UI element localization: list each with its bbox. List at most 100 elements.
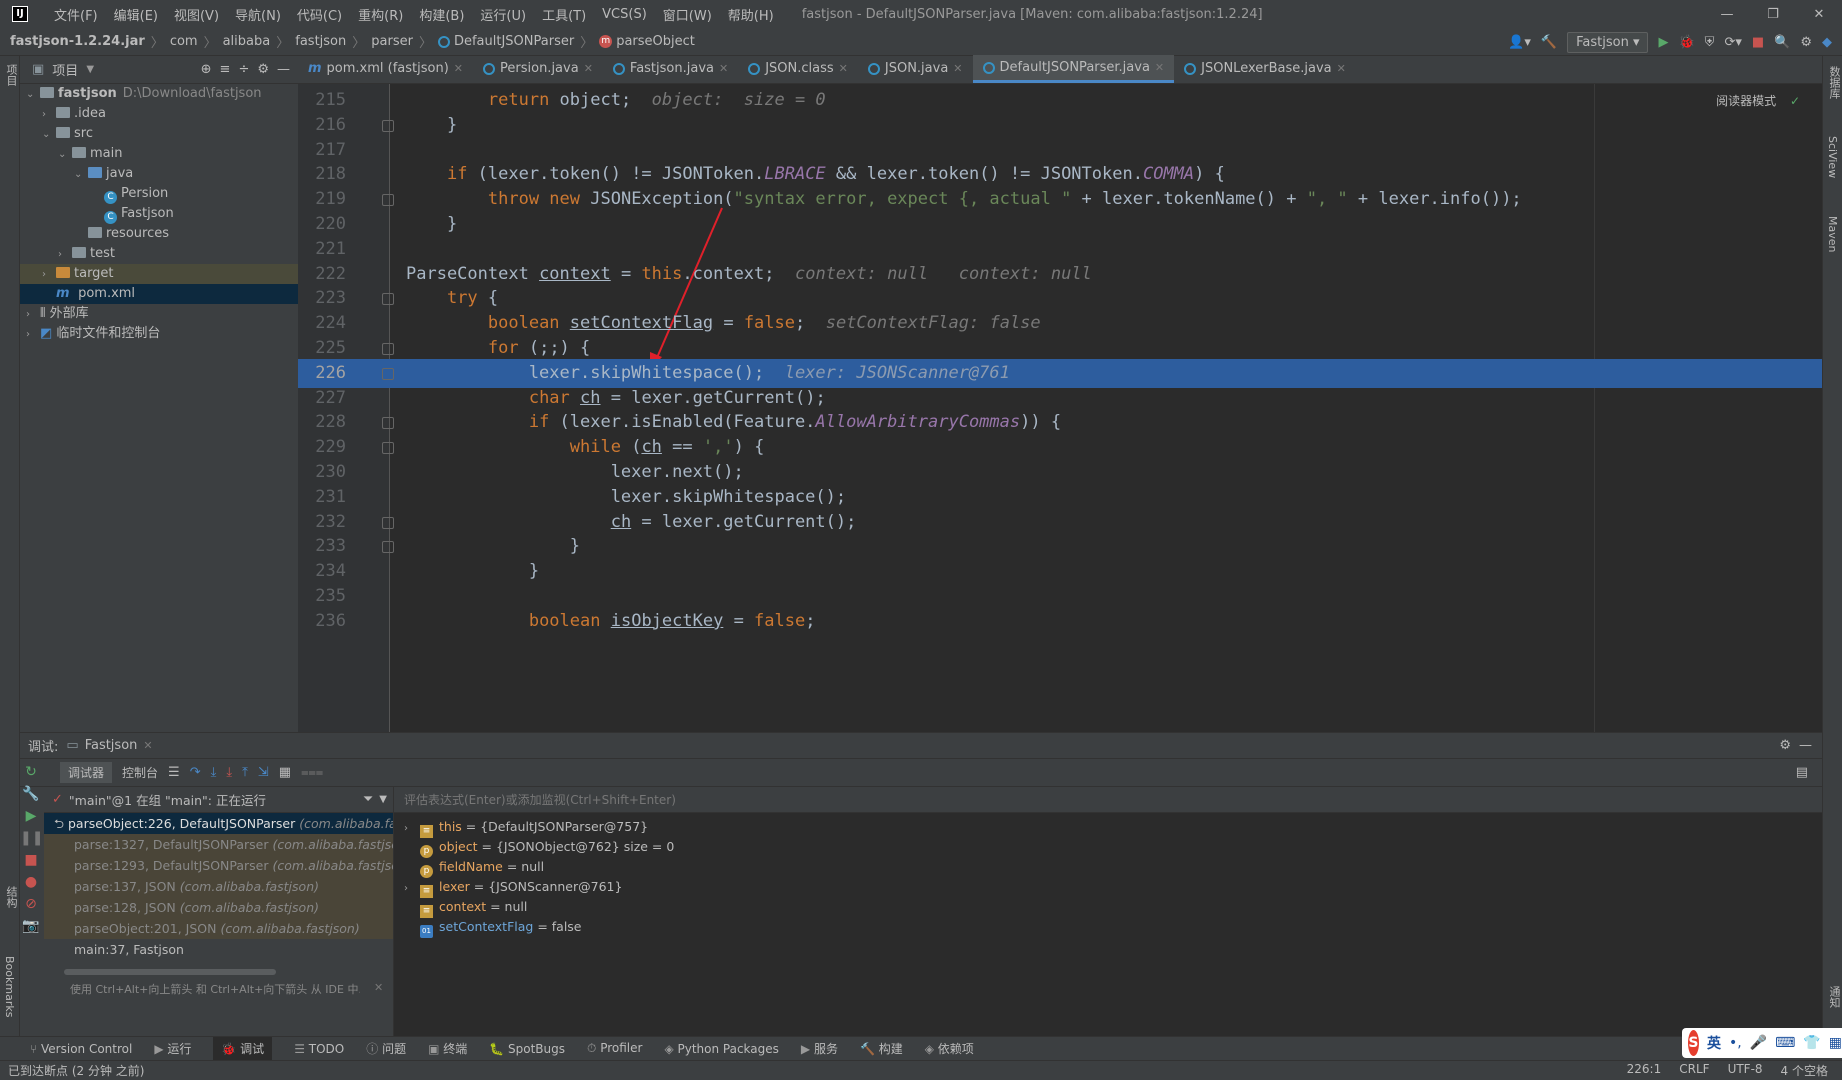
chevron-down-icon[interactable]: ⌄ bbox=[26, 85, 40, 105]
editor-tab[interactable]: m pom.xml (fastjson) ✕ bbox=[298, 55, 473, 83]
tree-node[interactable]: › .idea bbox=[20, 104, 298, 124]
debug-session-tab[interactable]: ▭ Fastjson ✕ bbox=[66, 738, 152, 753]
stack-frame[interactable]: parse:128, JSON (com.alibaba.fastjson) bbox=[44, 897, 393, 918]
menu-help[interactable]: 帮助(H) bbox=[720, 5, 782, 24]
ime-lang[interactable]: 英 bbox=[1707, 1033, 1721, 1053]
tree-node[interactable]: ⌄ java bbox=[20, 164, 298, 184]
tool-window-button[interactable]: ⑂ Version Control bbox=[30, 1042, 132, 1056]
hide-icon[interactable]: — bbox=[277, 62, 290, 77]
variable-row[interactable]: › ≡ this = {DefaultJSONParser@757} bbox=[394, 817, 1822, 839]
tree-node[interactable]: ⌄ main bbox=[20, 144, 298, 164]
menu-view[interactable]: 视图(V) bbox=[166, 5, 227, 24]
tree-node[interactable]: › target bbox=[20, 264, 298, 284]
line-separator[interactable]: CRLF bbox=[1679, 1062, 1709, 1079]
status-message[interactable]: 已到达断点 (2 分钟 之前) bbox=[8, 1062, 144, 1079]
modify-config-icon[interactable]: 🔧 bbox=[20, 783, 42, 805]
tree-node[interactable]: › test bbox=[20, 244, 298, 264]
chevron-right-icon[interactable]: › bbox=[42, 265, 56, 285]
line-number[interactable]: 236 bbox=[298, 607, 346, 636]
stack-frame[interactable]: ⮌ parseObject:226, DefaultJSONParser (com… bbox=[44, 813, 393, 834]
run-icon[interactable]: ▶ bbox=[1658, 35, 1668, 50]
strip-project[interactable]: 项目 bbox=[3, 64, 19, 86]
search-icon[interactable]: 🔍 bbox=[1774, 35, 1790, 50]
menu-window[interactable]: 窗口(W) bbox=[655, 5, 720, 24]
stack-frame[interactable]: parse:1327, DefaultJSONParser (com.alibab… bbox=[44, 834, 393, 855]
menu-run[interactable]: 运行(U) bbox=[472, 5, 534, 24]
breadcrumb-parser[interactable]: parser bbox=[371, 34, 419, 49]
evaluate-input[interactable]: 评估表达式(Enter)或添加监视(Ctrl+Shift+Enter) bbox=[394, 787, 1822, 813]
fold-marker-icon[interactable] bbox=[382, 541, 394, 554]
tool-window-button[interactable]: ▶ 服务 bbox=[801, 1040, 838, 1057]
editor-tab[interactable]: Fastjson.java ✕ bbox=[603, 55, 738, 83]
plugins-icon[interactable]: ◆ bbox=[1822, 35, 1832, 50]
chevron-down-icon[interactable]: ⌄ bbox=[58, 145, 72, 165]
variable-row[interactable]: ≡ context = null bbox=[394, 897, 1822, 918]
stack-frame[interactable]: main:37, Fastjson bbox=[44, 939, 393, 960]
close-icon[interactable]: ✕ bbox=[1796, 7, 1842, 22]
trace-icon[interactable]: ⩶ bbox=[301, 765, 323, 780]
strip-database[interactable]: 数据库 bbox=[1826, 66, 1842, 99]
strip-notifications[interactable]: 通知 bbox=[1826, 986, 1842, 1008]
chevron-down-icon[interactable]: ⌄ bbox=[42, 125, 56, 145]
breadcrumb-fastjson[interactable]: fastjson bbox=[295, 34, 352, 49]
tab-close-icon[interactable]: ✕ bbox=[953, 55, 962, 83]
fold-marker-icon[interactable] bbox=[382, 119, 394, 132]
chevron-right-icon[interactable]: › bbox=[26, 325, 40, 345]
editor-tab[interactable]: JSONLexerBase.java ✕ bbox=[1174, 55, 1356, 83]
chevron-right-icon[interactable]: › bbox=[58, 245, 72, 265]
tree-node[interactable]: C Fastjson bbox=[20, 204, 298, 224]
tool-window-button[interactable]: ▶ 运行 bbox=[154, 1040, 191, 1057]
ime-toolbar[interactable]: S 英 •, 🎤 ⌨ 👕 ▦ bbox=[1682, 1028, 1842, 1058]
project-header[interactable]: 项目 bbox=[52, 60, 78, 79]
chevron-down-icon[interactable]: ▼ bbox=[86, 64, 94, 75]
breadcrumb-com[interactable]: com bbox=[170, 34, 204, 49]
profile-icon[interactable]: ⟳▾ bbox=[1724, 35, 1741, 50]
tree-node[interactable]: m pom.xml bbox=[20, 284, 298, 304]
stop-debug-icon[interactable]: ■ bbox=[20, 849, 42, 871]
tool-window-button[interactable]: ⏱ Profiler bbox=[587, 1041, 642, 1056]
tool-window-button[interactable]: ⓘ 问题 bbox=[366, 1040, 406, 1057]
editor-tab[interactable]: JSON.class ✕ bbox=[738, 55, 858, 83]
close-session-icon[interactable]: ✕ bbox=[143, 739, 152, 752]
layout-icon[interactable]: ☰ bbox=[168, 765, 180, 780]
editor-tab[interactable]: Persion.java ✕ bbox=[473, 55, 603, 83]
chevron-right-icon[interactable]: › bbox=[404, 819, 420, 839]
tool-window-button[interactable]: ◈ Python Packages bbox=[664, 1042, 778, 1056]
thread-selector[interactable]: "main"@1 在组 "main": 正在运行 bbox=[69, 790, 266, 809]
breadcrumb-alibaba[interactable]: alibaba bbox=[223, 34, 277, 49]
mute-breakpoints-icon[interactable]: ⊘ bbox=[20, 893, 42, 915]
breadcrumb-jar[interactable]: fastjson-1.2.24.jar bbox=[10, 34, 151, 49]
breadcrumb-method[interactable]: parseObject bbox=[616, 34, 701, 49]
pause-icon[interactable]: ❚❚ bbox=[20, 827, 43, 849]
variable-row[interactable]: p object = {JSONObject@762} size = 0 bbox=[394, 837, 1822, 858]
chevron-down-icon[interactable]: ⌄ bbox=[74, 165, 88, 185]
force-step-into-icon[interactable]: ⤓ bbox=[226, 765, 232, 780]
strip-structure[interactable]: 结构 bbox=[3, 886, 19, 908]
reader-mode-toggle[interactable]: 阅读器模式 ✓ bbox=[1716, 92, 1800, 109]
stack-frame[interactable]: parseObject:201, JSON (com.alibaba.fastjs… bbox=[44, 918, 393, 939]
punct-icon[interactable]: •, bbox=[1729, 1035, 1742, 1051]
strip-maven[interactable]: Maven bbox=[1826, 216, 1839, 252]
code-editor[interactable]: 215 return object; object: size = 0 216 }… bbox=[298, 84, 1822, 732]
tree-node[interactable]: ⌄ src bbox=[20, 124, 298, 144]
collapse-all-icon[interactable]: ÷ bbox=[238, 62, 249, 77]
editor-tab[interactable]: JSON.java ✕ bbox=[858, 55, 973, 83]
debug-icon[interactable]: 🐞 bbox=[1678, 35, 1694, 50]
editor-tab[interactable]: DefaultJSONParser.java ✕ bbox=[972, 55, 1175, 83]
fold-marker-icon[interactable] bbox=[382, 293, 394, 306]
build-hammer-icon[interactable]: 🔨 bbox=[1541, 35, 1557, 50]
tab-close-icon[interactable]: ✕ bbox=[1337, 55, 1346, 83]
step-into-icon[interactable]: ⤓ bbox=[211, 765, 217, 780]
menu-navigate[interactable]: 导航(N) bbox=[227, 5, 289, 24]
view-breakpoints-icon[interactable]: ● bbox=[20, 871, 42, 893]
locate-icon[interactable]: ⊕ bbox=[201, 62, 212, 77]
menu-tools[interactable]: 工具(T) bbox=[534, 5, 594, 24]
rerun-icon[interactable]: ↻ bbox=[20, 761, 42, 783]
file-encoding[interactable]: UTF-8 bbox=[1728, 1062, 1763, 1079]
keyboard-icon[interactable]: ⌨ bbox=[1775, 1035, 1795, 1051]
tree-node[interactable]: › ⫴ 外部库 bbox=[20, 304, 298, 324]
menu-refactor[interactable]: 重构(R) bbox=[350, 5, 411, 24]
tab-close-icon[interactable]: ✕ bbox=[1155, 55, 1164, 80]
fold-marker-icon[interactable] bbox=[382, 417, 394, 430]
frames-scrollbar[interactable] bbox=[64, 969, 276, 975]
